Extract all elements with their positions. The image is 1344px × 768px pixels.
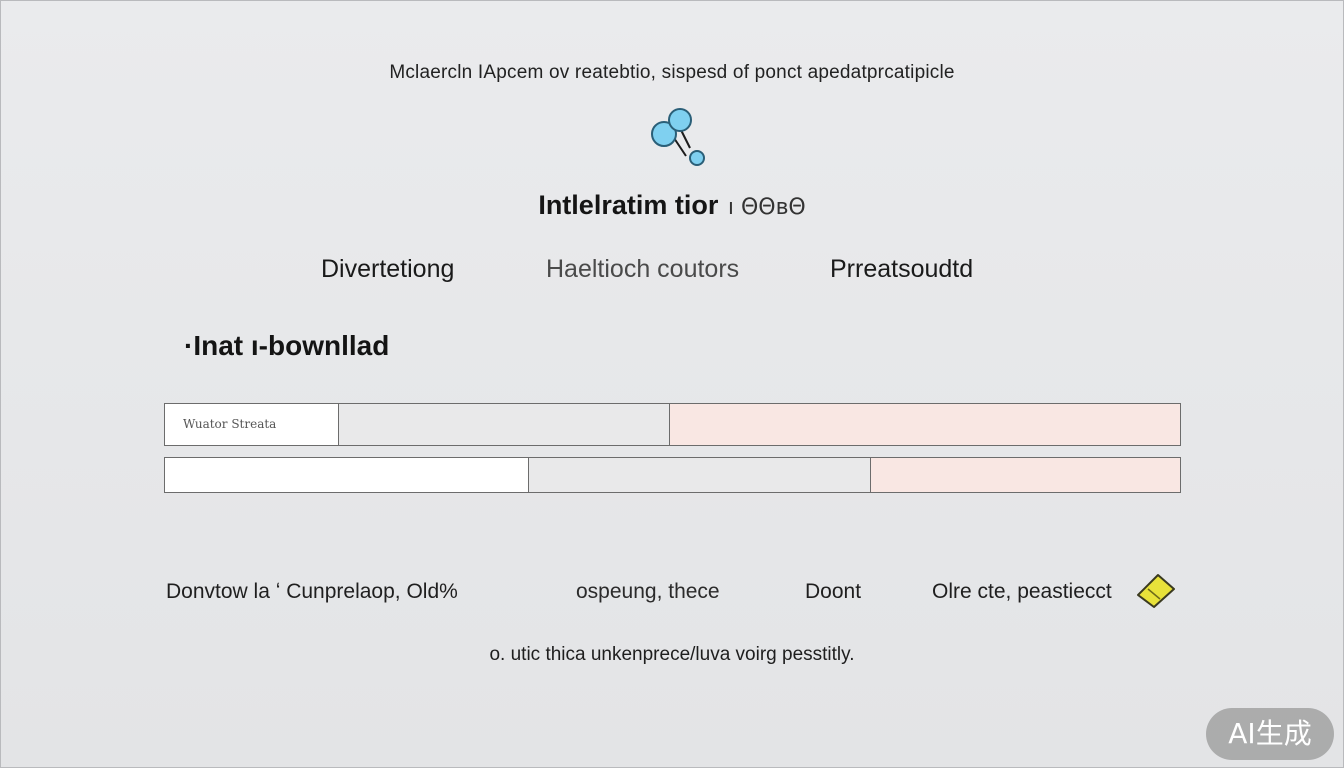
top-description: Mclaercln IApcem ov reatebtio, sispesd o…: [389, 62, 955, 83]
page-title: Intlelratim tior ı ΘΘʙΘ: [0, 190, 1344, 221]
table-cell-pink[interactable]: [870, 457, 1181, 493]
table-cell-input[interactable]: [164, 457, 529, 493]
tab-prreatsoudtd[interactable]: Prreatsoudtd: [830, 252, 973, 286]
table-cell-gray[interactable]: [338, 403, 670, 446]
table-cell-text[interactable]: Wuator Streata: [164, 403, 339, 446]
option-doont[interactable]: Doont: [805, 580, 861, 604]
table-cell-pink[interactable]: [669, 403, 1181, 446]
ticket-icon[interactable]: [1134, 571, 1178, 611]
molecule-icon: [651, 108, 705, 166]
option-olre-cte[interactable]: Olre cte, peastiecct: [932, 580, 1112, 604]
option-ospeung[interactable]: ospeung, thece: [576, 580, 720, 604]
tab-divertetiong[interactable]: Divertetiong: [321, 252, 454, 286]
page-title-text: Intlelratim tior: [538, 190, 719, 220]
tab-bar: Divertetiong Haeltioch coutors Prreatsou…: [0, 252, 1344, 288]
tab-haeltioch-coutors[interactable]: Haeltioch coutors: [546, 252, 739, 286]
page-title-suffix: ı ΘΘʙΘ: [727, 195, 806, 220]
section-title: ·Inat ı-bownllad: [184, 330, 390, 361]
footer-note: o. utic thica unkenprece/luva voirg pess…: [489, 644, 855, 665]
table-cell-gray[interactable]: [528, 457, 871, 493]
table-cell-label: Wuator Streata: [183, 417, 277, 431]
option-download[interactable]: Donvtow la ʻ Cunprelaop, Old%: [166, 580, 458, 604]
ai-generated-badge: AI生成: [1206, 708, 1334, 760]
